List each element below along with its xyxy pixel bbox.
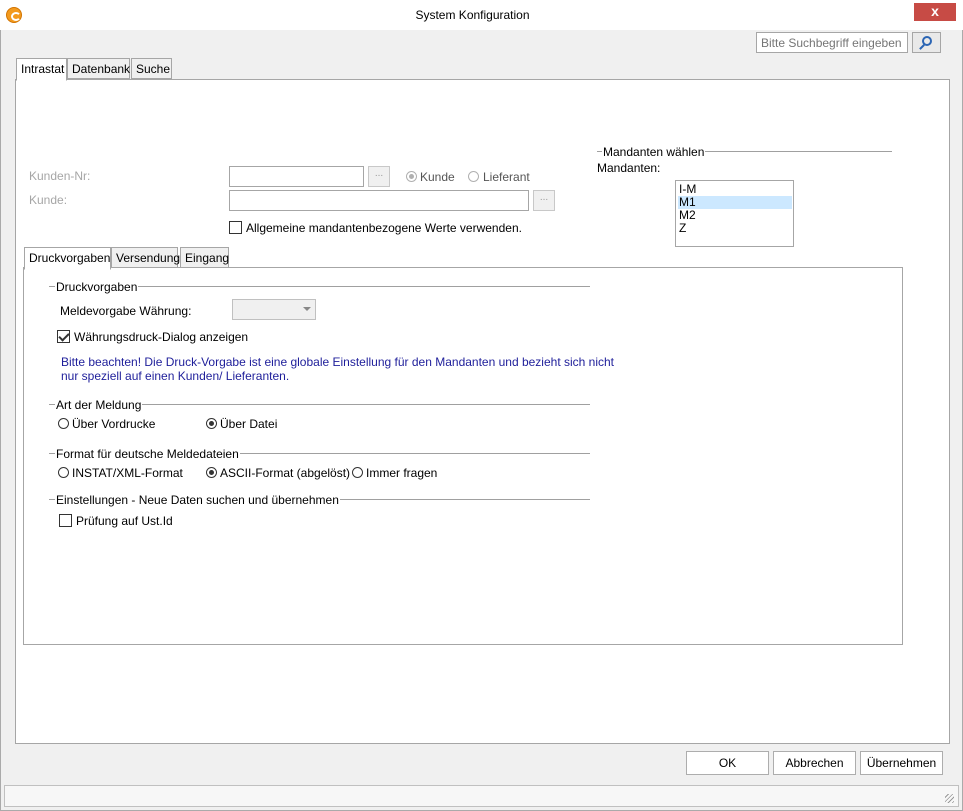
radio-lieferant[interactable]: [468, 171, 479, 182]
cancel-button[interactable]: Abbrechen: [773, 751, 856, 775]
mandanten-listbox[interactable]: I-M M1 M2 Z: [675, 180, 794, 247]
radio-vordrucke[interactable]: [58, 418, 69, 429]
tab-intrastat[interactable]: Intrastat: [16, 58, 67, 81]
radio-vordrucke-label: Über Vordrucke: [72, 417, 156, 431]
ok-button[interactable]: OK: [686, 751, 769, 775]
kunden-nr-input[interactable]: [229, 166, 364, 187]
art-group-title: Art der Meldung: [55, 398, 143, 412]
chevron-down-icon: [303, 307, 311, 311]
status-bar: [4, 785, 959, 807]
kunde-label: Kunde:: [29, 193, 68, 207]
radio-datei[interactable]: [206, 418, 217, 429]
currency-dialog-label: Währungsdruck-Dialog anzeigen: [74, 330, 249, 344]
radio-immer-fragen[interactable]: [352, 467, 363, 478]
meldevorgabe-label: Meldevorgabe Währung:: [60, 304, 192, 318]
kunden-nr-label: Kunden-Nr:: [29, 169, 91, 183]
format-group-title: Format für deutsche Meldedateien: [55, 447, 240, 461]
tab-suche[interactable]: Suche: [131, 58, 172, 79]
general-values-label: Allgemeine mandantenbezogene Werte verwe…: [246, 221, 522, 235]
kunde-input[interactable]: [229, 190, 529, 211]
list-item[interactable]: M2: [678, 209, 792, 222]
currency-dropdown[interactable]: [232, 299, 316, 320]
kunden-nr-browse-button[interactable]: ...: [368, 166, 390, 187]
mandanten-group-title: Mandanten wählen: [602, 145, 706, 159]
list-item[interactable]: Z: [678, 222, 792, 235]
close-button[interactable]: x: [914, 3, 956, 21]
radio-instat-xml-label: INSTAT/XML-Format: [72, 466, 183, 480]
ustid-label: Prüfung auf Ust.Id: [76, 514, 173, 528]
radio-ascii-label: ASCII-Format (abgelöst): [220, 466, 351, 480]
currency-dialog-checkbox[interactable]: [57, 330, 70, 343]
note-line-2: nur speziell auf einen Kunden/ Lieferant…: [61, 369, 290, 383]
einstellungen-group-title: Einstellungen - Neue Daten suchen und üb…: [55, 493, 340, 507]
tab-druckvorgaben[interactable]: Druckvorgaben: [24, 247, 111, 270]
mandanten-label: Mandanten:: [597, 161, 661, 175]
tab-versendung[interactable]: Versendung: [111, 247, 180, 268]
radio-kunde-label: Kunde: [420, 170, 455, 184]
radio-immer-fragen-label: Immer fragen: [366, 466, 438, 480]
tab-eingang[interactable]: Eingang: [180, 247, 229, 268]
general-values-checkbox[interactable]: [229, 221, 242, 234]
window-title: System Konfiguration: [415, 8, 530, 22]
ustid-checkbox[interactable]: [59, 514, 72, 527]
radio-kunde[interactable]: [406, 171, 417, 182]
radio-instat-xml[interactable]: [58, 467, 69, 478]
apply-button[interactable]: Übernehmen: [860, 751, 943, 775]
tab-datenbank[interactable]: Datenbank: [67, 58, 130, 79]
druckvorgaben-group-title: Druckvorgaben: [55, 280, 139, 294]
search-input[interactable]: [756, 32, 908, 53]
radio-lieferant-label: Lieferant: [483, 170, 530, 184]
kunde-browse-button[interactable]: ...: [533, 190, 555, 211]
note-line-1: Bitte beachten! Die Druck-Vorgabe ist ei…: [61, 355, 615, 369]
search-button[interactable]: [912, 32, 941, 53]
resize-grip-icon[interactable]: [945, 794, 954, 803]
radio-datei-label: Über Datei: [220, 417, 278, 431]
search-icon: [922, 36, 932, 46]
radio-ascii[interactable]: [206, 467, 217, 478]
